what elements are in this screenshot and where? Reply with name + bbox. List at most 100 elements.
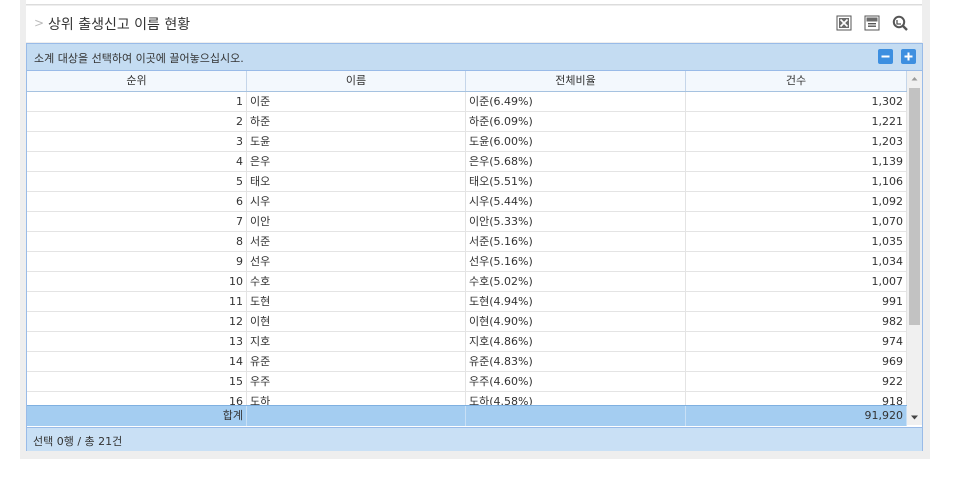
group-hint: 소계 대상을 선택하여 이곳에 끌어놓으십시오. xyxy=(34,52,244,65)
rank-cell: 2 xyxy=(27,112,247,132)
group-drop-zone[interactable]: 소계 대상을 선택하여 이곳에 끌어놓으십시오. xyxy=(27,44,922,71)
table-row[interactable]: 12 이현 이현(4.90%) 982 xyxy=(27,312,907,332)
count-cell: 922 xyxy=(686,372,907,392)
excel-icon[interactable] xyxy=(836,15,852,31)
collapse-button[interactable] xyxy=(878,49,893,64)
count-cell: 969 xyxy=(686,352,907,372)
rank-cell: 14 xyxy=(27,352,247,372)
table-row[interactable]: 13 지호 지호(4.86%) 974 xyxy=(27,332,907,352)
name-cell: 수호 xyxy=(247,272,466,292)
name-cell: 이준 xyxy=(247,92,466,112)
name-cell: 우주 xyxy=(247,372,466,392)
count-cell: 1,092 xyxy=(686,192,907,212)
count-cell: 1,203 xyxy=(686,132,907,152)
vertical-scrollbar[interactable] xyxy=(907,71,922,425)
column-header-rank[interactable]: 순위 xyxy=(27,71,247,91)
ratio-cell: 우주(4.60%) xyxy=(466,372,686,392)
name-cell: 도현 xyxy=(247,292,466,312)
column-header-ratio[interactable]: 전체비율 xyxy=(466,71,686,91)
ratio-cell: 도하(4.58%) xyxy=(466,392,686,405)
count-cell: 1,034 xyxy=(686,252,907,272)
table-row[interactable]: 9 선우 선우(5.16%) 1,034 xyxy=(27,252,907,272)
ratio-cell: 선우(5.16%) xyxy=(466,252,686,272)
ratio-cell: 하준(6.09%) xyxy=(466,112,686,132)
name-cell: 도하 xyxy=(247,392,466,405)
table-row[interactable]: 2 하준 하준(6.09%) 1,221 xyxy=(27,112,907,132)
status-text: 선택 0행 / 총 21건 xyxy=(33,435,123,448)
ratio-cell: 서준(5.16%) xyxy=(466,232,686,252)
name-cell: 유준 xyxy=(247,352,466,372)
ratio-cell: 이준(6.49%) xyxy=(466,92,686,112)
count-cell: 974 xyxy=(686,332,907,352)
name-cell: 서준 xyxy=(247,232,466,252)
rank-cell: 4 xyxy=(27,152,247,172)
scroll-thumb[interactable] xyxy=(909,88,920,325)
rank-cell: 9 xyxy=(27,252,247,272)
column-header-count[interactable]: 건수 xyxy=(686,71,907,91)
table-row[interactable]: 1 이준 이준(6.49%) 1,302 xyxy=(27,92,907,112)
table-row[interactable]: 4 은우 은우(5.68%) 1,139 xyxy=(27,152,907,172)
ratio-cell: 유준(4.83%) xyxy=(466,352,686,372)
table-row[interactable]: 14 유준 유준(4.83%) 969 xyxy=(27,352,907,372)
rank-cell: 8 xyxy=(27,232,247,252)
zoom-icon[interactable] xyxy=(892,15,908,31)
table-row[interactable]: 8 서준 서준(5.16%) 1,035 xyxy=(27,232,907,252)
name-cell: 이현 xyxy=(247,312,466,332)
count-cell: 982 xyxy=(686,312,907,332)
summary-name-empty xyxy=(247,406,466,426)
name-cell: 하준 xyxy=(247,112,466,132)
count-cell: 1,035 xyxy=(686,232,907,252)
chevron-right-icon: > xyxy=(34,16,45,30)
summary-ratio-empty xyxy=(466,406,686,426)
count-cell: 991 xyxy=(686,292,907,312)
count-cell: 1,007 xyxy=(686,272,907,292)
name-cell: 시우 xyxy=(247,192,466,212)
table-row[interactable]: 6 시우 시우(5.44%) 1,092 xyxy=(27,192,907,212)
table-row[interactable]: 5 태오 태오(5.51%) 1,106 xyxy=(27,172,907,192)
rank-cell: 6 xyxy=(27,192,247,212)
pdf-icon[interactable] xyxy=(864,15,880,31)
count-cell: 1,106 xyxy=(686,172,907,192)
table-row[interactable]: 16 도하 도하(4.58%) 918 xyxy=(27,392,907,405)
count-cell: 918 xyxy=(686,392,907,405)
rank-cell: 1 xyxy=(27,92,247,112)
scroll-up-icon[interactable] xyxy=(907,71,922,87)
count-cell: 1,221 xyxy=(686,112,907,132)
ratio-cell: 태오(5.51%) xyxy=(466,172,686,192)
scroll-down-icon[interactable] xyxy=(907,409,922,425)
ratio-cell: 이현(4.90%) xyxy=(466,312,686,332)
rank-cell: 11 xyxy=(27,292,247,312)
table-row[interactable]: 11 도현 도현(4.94%) 991 xyxy=(27,292,907,312)
table-row[interactable]: 15 우주 우주(4.60%) 922 xyxy=(27,372,907,392)
ratio-cell: 은우(5.68%) xyxy=(466,152,686,172)
status-bar: 선택 0행 / 총 21건 xyxy=(27,427,922,451)
column-header-name[interactable]: 이름 xyxy=(247,71,466,91)
count-cell: 1,070 xyxy=(686,212,907,232)
summary-label: 합계 xyxy=(27,406,247,426)
ratio-cell: 이안(5.33%) xyxy=(466,212,686,232)
ratio-cell: 시우(5.44%) xyxy=(466,192,686,212)
name-cell: 이안 xyxy=(247,212,466,232)
rank-cell: 15 xyxy=(27,372,247,392)
name-cell: 선우 xyxy=(247,252,466,272)
expand-button[interactable] xyxy=(901,49,916,64)
table-row[interactable]: 7 이안 이안(5.33%) 1,070 xyxy=(27,212,907,232)
rank-cell: 5 xyxy=(27,172,247,192)
count-cell: 1,302 xyxy=(686,92,907,112)
grid-header: 순위 이름 전체비율 건수 xyxy=(27,71,907,92)
rank-cell: 3 xyxy=(27,132,247,152)
rank-cell: 12 xyxy=(27,312,247,332)
count-cell: 1,139 xyxy=(686,152,907,172)
name-cell: 태오 xyxy=(247,172,466,192)
grid-body: 1 이준 이준(6.49%) 1,302 2 하준 하준(6.09%) 1,221 3 도윤 도윤(… xyxy=(27,92,907,405)
table-row[interactable]: 10 수호 수호(5.02%) 1,007 xyxy=(27,272,907,292)
rank-cell: 10 xyxy=(27,272,247,292)
name-cell: 은우 xyxy=(247,152,466,172)
name-cell: 지호 xyxy=(247,332,466,352)
panel-title: 상위 출생신고 이름 현황 xyxy=(48,17,191,33)
table-row[interactable]: 3 도윤 도윤(6.00%) 1,203 xyxy=(27,132,907,152)
ratio-cell: 도현(4.94%) xyxy=(466,292,686,312)
rank-cell: 7 xyxy=(27,212,247,232)
summary-row: 합계 91,920 xyxy=(27,405,907,426)
panel-titlebar: > 상위 출생신고 이름 현황 xyxy=(26,6,922,42)
